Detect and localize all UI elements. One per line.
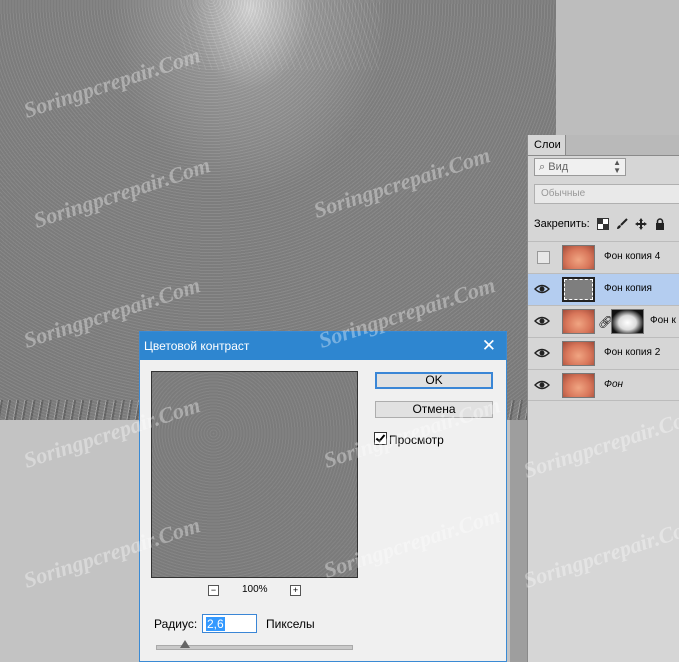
layer-row[interactable]: Фон копия 2 xyxy=(528,337,679,369)
layer-filter-select[interactable]: ⌕ Вид ▲ ▼ xyxy=(534,158,626,176)
high-pass-dialog: Цветовой контраст ✕ − 100% + OK Отмена П… xyxy=(139,331,507,662)
updown-arrows-icon: ▲ ▼ xyxy=(613,158,621,175)
brush-icon[interactable] xyxy=(616,218,628,230)
radius-input[interactable]: 2,6 xyxy=(202,614,257,633)
layers-panel: Слои ⌕ Вид ▲ ▼ Обычные Закрепить: Фон коп… xyxy=(527,135,679,662)
layer-thumbnail xyxy=(562,277,595,302)
filter-preview[interactable] xyxy=(151,371,358,578)
blend-mode-select[interactable]: Обычные xyxy=(534,184,679,204)
layer-row[interactable]: Фон копия xyxy=(528,273,679,305)
layer-thumbnail xyxy=(562,341,595,366)
tab-layers[interactable]: Слои xyxy=(528,135,566,155)
lock-label: Закрепить: xyxy=(534,218,590,230)
layer-thumbnail xyxy=(562,309,595,334)
ok-button[interactable]: OK xyxy=(375,372,493,389)
close-icon[interactable]: ✕ xyxy=(482,332,496,360)
panel-tabbar: Слои xyxy=(528,135,679,156)
layer-row[interactable]: Фон xyxy=(528,369,679,401)
eye-icon[interactable] xyxy=(534,378,550,392)
preview-label: Просмотр xyxy=(389,433,444,447)
dialog-title: Цветовой контраст xyxy=(144,339,250,353)
radius-value: 2,6 xyxy=(206,617,225,631)
eye-icon[interactable] xyxy=(534,314,550,328)
cancel-button[interactable]: Отмена xyxy=(375,401,493,418)
canvas-texture xyxy=(180,0,380,70)
radius-slider-thumb[interactable] xyxy=(180,640,190,648)
radius-row: Радиус: 2,6 Пикселы xyxy=(154,613,315,635)
dialog-titlebar[interactable]: Цветовой контраст ✕ xyxy=(140,332,506,360)
zoom-out-button[interactable]: − xyxy=(208,585,219,596)
layer-mask-thumbnail[interactable] xyxy=(611,309,644,334)
radius-unit: Пикселы xyxy=(266,617,315,631)
layer-thumbnail xyxy=(562,245,595,270)
layer-name: Фон копия 4 xyxy=(604,251,661,262)
layer-row[interactable]: 🔗︎ Фон к xyxy=(528,305,679,337)
layer-row[interactable]: Фон копия 4 xyxy=(528,241,679,273)
zoom-controls: − 100% + xyxy=(208,584,308,598)
lock-row: Закрепить: xyxy=(534,215,679,233)
preview-checkbox-row[interactable]: Просмотр xyxy=(374,432,444,448)
lock-icon[interactable] xyxy=(654,218,666,231)
layer-name: Фон xyxy=(604,379,624,390)
filter-label: Вид xyxy=(548,161,569,173)
layer-name: Фон копия xyxy=(604,283,652,294)
zoom-value: 100% xyxy=(242,584,268,595)
preview-checkbox[interactable] xyxy=(374,432,387,445)
visibility-toggle[interactable] xyxy=(537,251,550,264)
eye-icon[interactable] xyxy=(534,282,550,296)
layer-name: Фон к xyxy=(650,315,676,326)
zoom-in-button[interactable]: + xyxy=(290,585,301,596)
lock-transparency-icon[interactable] xyxy=(596,218,609,231)
layer-name: Фон копия 2 xyxy=(604,347,661,358)
radius-label: Радиус: xyxy=(154,617,198,631)
search-icon: ⌕ xyxy=(539,161,546,173)
layer-thumbnail xyxy=(562,373,595,398)
eye-icon[interactable] xyxy=(534,346,550,360)
move-icon[interactable] xyxy=(634,218,647,231)
